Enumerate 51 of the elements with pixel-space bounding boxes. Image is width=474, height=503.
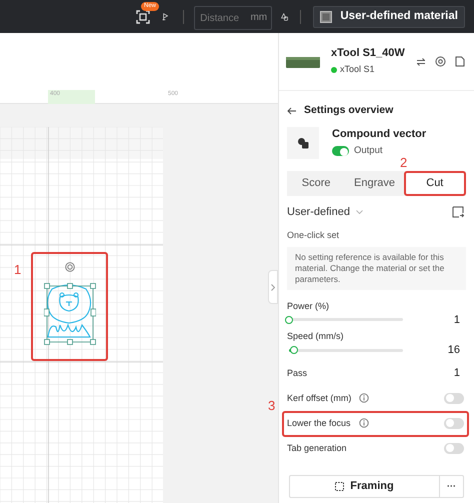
material-icon — [320, 10, 332, 22]
setting-label: Lower the focus — [287, 416, 351, 430]
toggle-switch[interactable] — [332, 146, 349, 156]
frame-icon — [335, 482, 344, 491]
tab[interactable]: Engrave — [345, 170, 404, 196]
toggle-switch[interactable] — [444, 392, 464, 404]
chevron-down-icon — [356, 210, 363, 214]
layer-title: Compound vector — [332, 127, 426, 142]
section-label: One-click set — [287, 229, 340, 242]
toggle-switch[interactable] — [444, 442, 464, 454]
tab[interactable]: Score — [287, 170, 346, 196]
framing-button[interactable]: Framing — [290, 476, 439, 497]
selection-frame[interactable] — [44, 283, 96, 345]
annotation-number: 3 — [268, 398, 276, 412]
target-icon[interactable] — [435, 56, 446, 67]
setting-label: Tab generation — [287, 442, 347, 455]
more-button[interactable]: ··· — [439, 476, 463, 497]
device-model: xTool S1 — [340, 63, 375, 76]
save-preset-icon[interactable] — [452, 206, 464, 218]
info-icon[interactable] — [358, 418, 369, 428]
annotation-number: 2 — [400, 156, 408, 169]
back-arrow-icon — [287, 106, 297, 115]
back-link[interactable]: Settings overview — [287, 103, 466, 119]
chevron-right-icon — [271, 284, 275, 290]
device-name: xTool S1_40W — [331, 46, 405, 62]
annotation-number: 1 — [14, 263, 22, 276]
lion-drawing[interactable] — [46, 284, 92, 338]
setting-label: Power (%) — [287, 300, 330, 313]
setting-label: Kerf offset (mm) — [287, 392, 352, 405]
setting-value: 1 — [454, 312, 460, 328]
slider-thumb[interactable] — [290, 346, 298, 354]
unit-label: mm — [250, 10, 268, 24]
swap-icon[interactable] — [416, 56, 426, 66]
preset-dropdown[interactable]: User-defined — [287, 204, 363, 220]
document-icon[interactable] — [455, 56, 465, 67]
setting-value: 16 — [448, 343, 460, 358]
vector-shapes-icon — [297, 136, 309, 149]
scan-icon[interactable] — [136, 10, 150, 24]
toggle-switch[interactable] — [444, 418, 464, 429]
slider-thumb[interactable] — [285, 316, 293, 324]
rotate-handle-icon[interactable] — [65, 262, 75, 272]
laser-machine-icon — [286, 54, 320, 68]
notice-text: No setting reference is available for this material. Change the material or set the parameters. — [287, 246, 466, 290]
output-label: Output — [354, 144, 383, 158]
setting-value: 1 — [454, 366, 460, 381]
setting-label: Pass — [287, 366, 308, 380]
info-icon[interactable] — [359, 393, 370, 404]
panel-collapse-handle[interactable] — [268, 270, 278, 304]
setting-label: Speed (mm/s) — [287, 330, 345, 344]
material-button[interactable]: User-defined material — [313, 6, 465, 28]
tab[interactable]: Cut — [404, 170, 466, 196]
